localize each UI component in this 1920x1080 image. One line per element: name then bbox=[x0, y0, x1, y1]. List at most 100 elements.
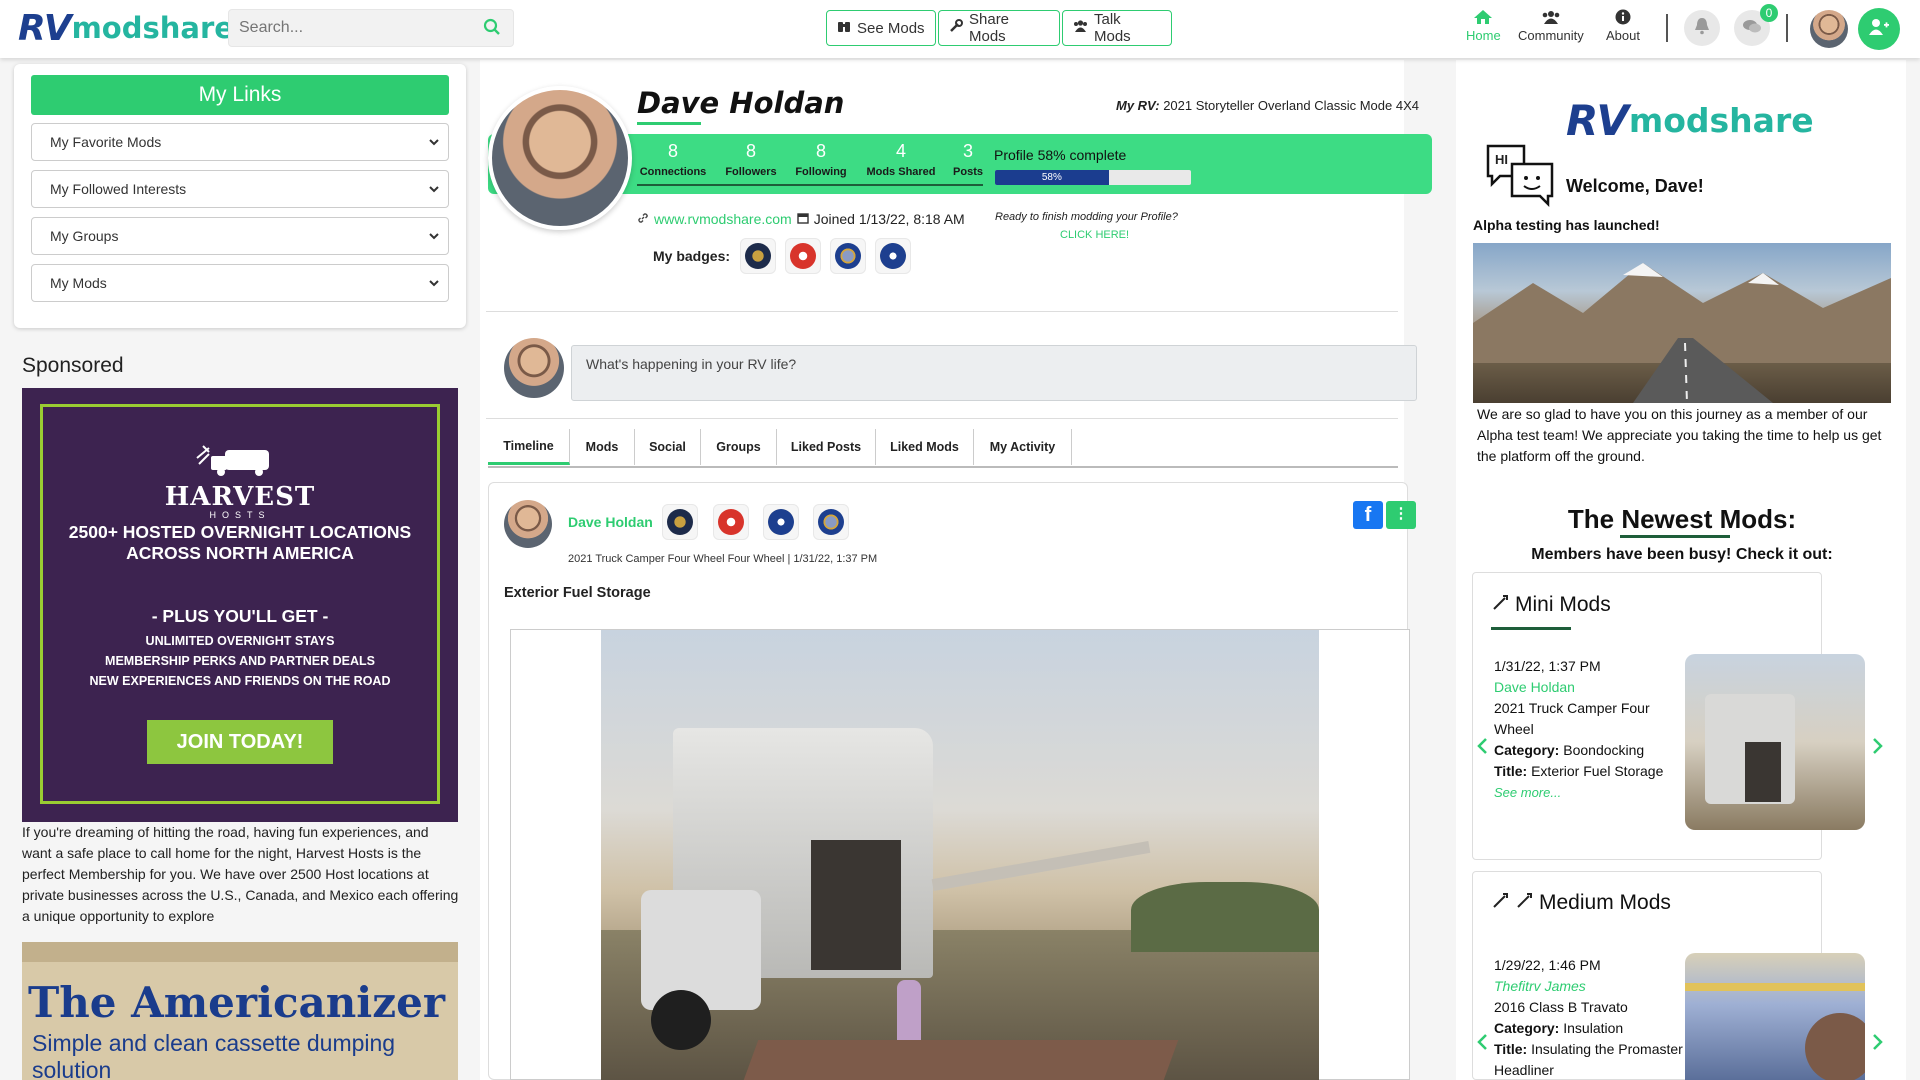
facebook-share-button[interactable]: f bbox=[1353, 501, 1383, 529]
post-author[interactable]: Dave Holdan bbox=[568, 514, 653, 530]
rvmodshare-logo[interactable]: RV modshare bbox=[18, 8, 234, 49]
joined-date: Joined 1/13/22, 8:18 AM bbox=[813, 211, 965, 227]
stat-following[interactable]: 8 Following bbox=[782, 141, 860, 178]
link-label: My Mods bbox=[50, 275, 107, 291]
click-here-link[interactable]: CLICK HERE! bbox=[1060, 229, 1129, 241]
harvest-hosts-ad[interactable]: HARVEST HOSTS 2500+ HOSTED OVERNIGHT LOC… bbox=[22, 388, 458, 822]
see-more-link[interactable]: See more... bbox=[1494, 782, 1690, 803]
chevron-down-icon bbox=[428, 135, 440, 151]
mini-mods-heading: Mini Mods bbox=[1491, 592, 1611, 618]
thumb-beam bbox=[1685, 983, 1865, 991]
mini-mod-thumbnail[interactable] bbox=[1685, 654, 1865, 830]
photo-camper-door bbox=[811, 840, 901, 970]
chevron-left-icon[interactable] bbox=[1476, 737, 1488, 760]
mod-author[interactable]: Thefitrv James bbox=[1494, 976, 1690, 997]
stat-posts[interactable]: 3 Posts bbox=[946, 141, 990, 178]
kebab-menu-icon: ⋮ bbox=[1393, 505, 1409, 522]
chevron-right-icon[interactable] bbox=[1872, 737, 1884, 760]
tab-social[interactable]: Social bbox=[635, 429, 701, 465]
home-icon bbox=[1473, 9, 1493, 28]
badges-label: My badges: bbox=[653, 248, 731, 264]
info-icon bbox=[1614, 9, 1632, 28]
stat-value: 3 bbox=[962, 141, 973, 161]
category-value: Insulation bbox=[1563, 1020, 1624, 1036]
ad2-title: The Americanizer bbox=[28, 978, 445, 1027]
stat-label: Connections bbox=[639, 166, 707, 178]
badge-modder[interactable] bbox=[875, 238, 911, 274]
tab-timeline[interactable]: Timeline bbox=[488, 429, 570, 465]
link-select-followed-interests[interactable]: My Followed Interests bbox=[31, 170, 449, 208]
nav-community[interactable]: Community bbox=[1518, 9, 1584, 43]
logo-text: modshare bbox=[71, 11, 234, 45]
website-link[interactable]: www.rvmodshare.com bbox=[654, 211, 792, 227]
profile-meta: www.rvmodshare.com Joined 1/13/22, 8:18 … bbox=[637, 211, 965, 227]
link-select-groups[interactable]: My Groups bbox=[31, 217, 449, 255]
badge-founder[interactable] bbox=[740, 238, 776, 274]
link-select-favorite-mods[interactable]: My Favorite Mods bbox=[31, 123, 449, 161]
profile-progress-bar: 58% bbox=[995, 170, 1191, 185]
chevron-left-icon[interactable] bbox=[1476, 1033, 1488, 1056]
search-icon[interactable] bbox=[483, 18, 501, 41]
stat-value: 4 bbox=[895, 141, 906, 161]
mod-rv: 2021 Truck Camper Four Wheel bbox=[1494, 700, 1650, 737]
badge-community[interactable] bbox=[830, 238, 866, 274]
welcome-message: Welcome, Dave! bbox=[1566, 176, 1704, 196]
title-value: Exterior Fuel Storage bbox=[1531, 763, 1664, 779]
stat-label: Followers bbox=[725, 166, 777, 178]
nav-community-label: Community bbox=[1518, 28, 1584, 43]
add-user-button[interactable] bbox=[1858, 8, 1900, 50]
notifications-button[interactable] bbox=[1684, 10, 1720, 46]
wrench-icon bbox=[1491, 592, 1511, 618]
tab-groups[interactable]: Groups bbox=[701, 429, 777, 465]
badge-rv-red bbox=[713, 504, 749, 540]
see-mods-button[interactable]: See Mods bbox=[826, 10, 936, 46]
photo-wheel bbox=[651, 990, 711, 1050]
divider bbox=[1666, 14, 1668, 42]
logo-text: modshare bbox=[1628, 101, 1814, 140]
alpha-heading: Alpha testing has launched! bbox=[1473, 217, 1660, 233]
ad-headline-2: ACROSS NORTH AMERICA bbox=[126, 543, 354, 563]
mod-author[interactable]: Dave Holdan bbox=[1494, 677, 1690, 698]
chat-bubbles-icon bbox=[1742, 18, 1762, 39]
talk-mods-button[interactable]: Talk Mods bbox=[1062, 10, 1172, 46]
americanizer-ad[interactable]: The Americanizer Simple and clean casset… bbox=[22, 942, 458, 1080]
tab-liked-posts[interactable]: Liked Posts bbox=[777, 429, 876, 465]
stat-mods-shared[interactable]: 4 Mods Shared bbox=[860, 141, 942, 178]
top-header: RV modshare See Mods Share Mods Talk Mod… bbox=[0, 0, 1920, 58]
tab-liked-mods[interactable]: Liked Mods bbox=[876, 429, 974, 465]
nav-about[interactable]: About bbox=[1606, 9, 1640, 43]
post-author-avatar[interactable] bbox=[504, 500, 552, 548]
link-select-my-mods[interactable]: My Mods bbox=[31, 264, 449, 302]
rvmodshare-logo-large: RV modshare bbox=[1566, 96, 1814, 145]
stat-connections[interactable]: 8 Connections bbox=[634, 141, 712, 178]
tab-mods[interactable]: Mods bbox=[570, 429, 635, 465]
composer-avatar bbox=[504, 338, 564, 398]
ad-brand: HARVEST bbox=[164, 482, 316, 512]
photo-bush bbox=[1131, 882, 1319, 952]
search-box bbox=[228, 9, 514, 47]
link-label: My Followed Interests bbox=[50, 181, 187, 197]
profile-avatar[interactable] bbox=[488, 86, 632, 230]
mini-mods-heading-label: Mini Mods bbox=[1515, 593, 1611, 616]
truck-camper-photo[interactable] bbox=[601, 630, 1319, 1080]
post-meta: 2021 Truck Camper Four Wheel Four Wheel … bbox=[568, 553, 878, 565]
search-input[interactable] bbox=[229, 10, 469, 46]
badge-modder bbox=[763, 504, 799, 540]
nav-home-label: Home bbox=[1466, 28, 1501, 43]
stat-followers[interactable]: 8 Followers bbox=[712, 141, 790, 178]
profile-complete-label: Profile 58% complete bbox=[994, 147, 1127, 163]
post-options-button[interactable]: ⋮ bbox=[1386, 501, 1416, 529]
ad-perk-2: MEMBERSHIP PERKS AND PARTNER DEALS bbox=[105, 654, 375, 668]
divider bbox=[486, 311, 1398, 312]
nav-home[interactable]: Home bbox=[1466, 9, 1501, 43]
talk-mods-label: Talk Mods bbox=[1094, 11, 1131, 45]
chevron-right-icon[interactable] bbox=[1872, 1033, 1884, 1056]
badge-rv-red[interactable] bbox=[785, 238, 821, 274]
user-avatar[interactable] bbox=[1810, 10, 1848, 48]
ad-join-button[interactable]: JOIN TODAY! bbox=[147, 720, 333, 764]
share-mods-button[interactable]: Share Mods bbox=[938, 10, 1060, 46]
finish-profile-prompt: Ready to finish modding your Profile? bbox=[995, 211, 1178, 223]
medium-mod-thumbnail[interactable] bbox=[1685, 953, 1865, 1080]
post-composer-input[interactable]: What's happening in your RV life? bbox=[571, 345, 1417, 401]
tab-my-activity[interactable]: My Activity bbox=[974, 429, 1072, 465]
